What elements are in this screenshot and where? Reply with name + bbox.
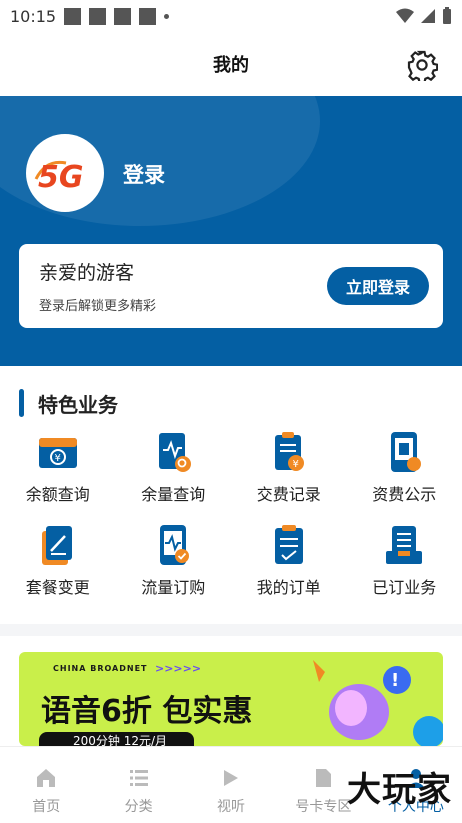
section-divider: [0, 624, 462, 636]
profile-hero: 5G 登录 亲爱的游客 登录后解锁更多精彩 立即登录: [0, 96, 462, 366]
feature-label: 套餐变更: [25, 578, 90, 597]
signal-icon: [421, 9, 435, 23]
feature-label: 交费记录: [256, 485, 321, 504]
megaphone-mascot-icon: !: [313, 660, 443, 746]
tab-home[interactable]: 首页: [0, 747, 92, 823]
feature-label: 资费公示: [372, 485, 437, 504]
feature-balance-query[interactable]: ¥ 余额查询: [0, 426, 116, 519]
feature-label: 我的订单: [256, 578, 321, 597]
tariff-phone-icon: [391, 432, 422, 472]
tab-label: 分类: [124, 799, 153, 815]
feature-tariff-notice[interactable]: 资费公示: [347, 426, 462, 519]
tab-label: 首页: [32, 799, 61, 815]
more-notifications-icon: [164, 13, 170, 19]
banner-chevrons: >>>>>: [155, 662, 202, 675]
media-play-icon: [224, 770, 239, 786]
section-accent-bar: [19, 389, 24, 417]
home-icon: [37, 769, 56, 787]
status-right: [396, 7, 452, 25]
page-header: 我的: [0, 32, 462, 96]
svg-text:¥: ¥: [292, 459, 298, 470]
svg-text:!: !: [391, 670, 399, 691]
features-header: 特色业务: [0, 388, 462, 418]
feature-data-order[interactable]: 流量订购: [116, 519, 232, 612]
tab-category[interactable]: 分类: [92, 747, 184, 823]
features-grid: ¥ 余额查询 余量查询 ¥ 交费记录 资费公示 套餐变更 流量订购 我的订单 已…: [0, 426, 462, 612]
status-bar: 10:15: [0, 0, 462, 32]
feature-subscribed-services[interactable]: 已订业务: [347, 519, 462, 612]
svg-text:¥: ¥: [54, 453, 60, 464]
settings-gear-icon[interactable]: [406, 49, 438, 81]
tab-label: 视听: [217, 799, 246, 815]
feature-my-orders[interactable]: 我的订单: [231, 519, 347, 612]
sim-card-icon: [316, 769, 332, 787]
features-title: 特色业务: [38, 392, 118, 417]
features-section: 特色业务 ¥ 余额查询 余量查询 ¥ 交费记录 资费公示 套餐变更 流量订购 我…: [0, 366, 462, 624]
my-orders-icon: [274, 525, 303, 564]
login-now-button[interactable]: 立即登录: [327, 267, 429, 305]
feature-payment-record[interactable]: ¥ 交费记录: [231, 426, 347, 519]
feature-label: 余额查询: [25, 485, 90, 504]
status-left: 10:15: [10, 6, 170, 26]
battery-icon: [443, 7, 451, 24]
notification-icon: [64, 7, 82, 25]
payment-record-icon: ¥: [274, 432, 304, 471]
usage-chart-icon: [159, 433, 192, 472]
tab-media[interactable]: 视听: [185, 747, 277, 823]
feature-usage-query[interactable]: 余量查询: [116, 426, 232, 519]
status-time: 10:15: [10, 6, 57, 26]
wifi-icon: [396, 8, 414, 23]
page-title: 我的: [213, 55, 249, 76]
avatar[interactable]: 5G: [26, 134, 104, 212]
feature-plan-change[interactable]: 套餐变更: [0, 519, 116, 612]
feature-label: 已订业务: [372, 578, 437, 597]
login-link[interactable]: 登录: [123, 159, 165, 189]
guest-card: 亲爱的游客 登录后解锁更多精彩 立即登录: [19, 244, 443, 328]
balance-card-icon: ¥: [38, 438, 77, 468]
banner-price-pill: 200分钟 12元/月: [39, 732, 194, 746]
feature-label: 余量查询: [141, 485, 206, 504]
banner-headline: 语音6折 包实惠: [41, 694, 253, 729]
tab-label: 号卡专区: [295, 799, 352, 815]
data-order-icon: [160, 525, 190, 565]
promo-banner[interactable]: CHINA BROADNET >>>>> 语音6折 包实惠 ! 200分钟 12…: [19, 652, 443, 746]
plan-change-icon: [41, 526, 72, 565]
notification-icon: [89, 7, 107, 25]
notification-icon: [139, 7, 157, 25]
notification-icon: [114, 7, 132, 25]
subscribed-services-icon: [386, 526, 423, 564]
watermark: 大玩家: [347, 770, 452, 810]
list-icon: [129, 770, 148, 786]
feature-label: 流量订购: [141, 578, 206, 597]
logo-text: 5G: [38, 160, 84, 193]
banner-brand: CHINA BROADNET: [53, 664, 148, 673]
5g-logo-icon: 5G: [34, 160, 84, 193]
